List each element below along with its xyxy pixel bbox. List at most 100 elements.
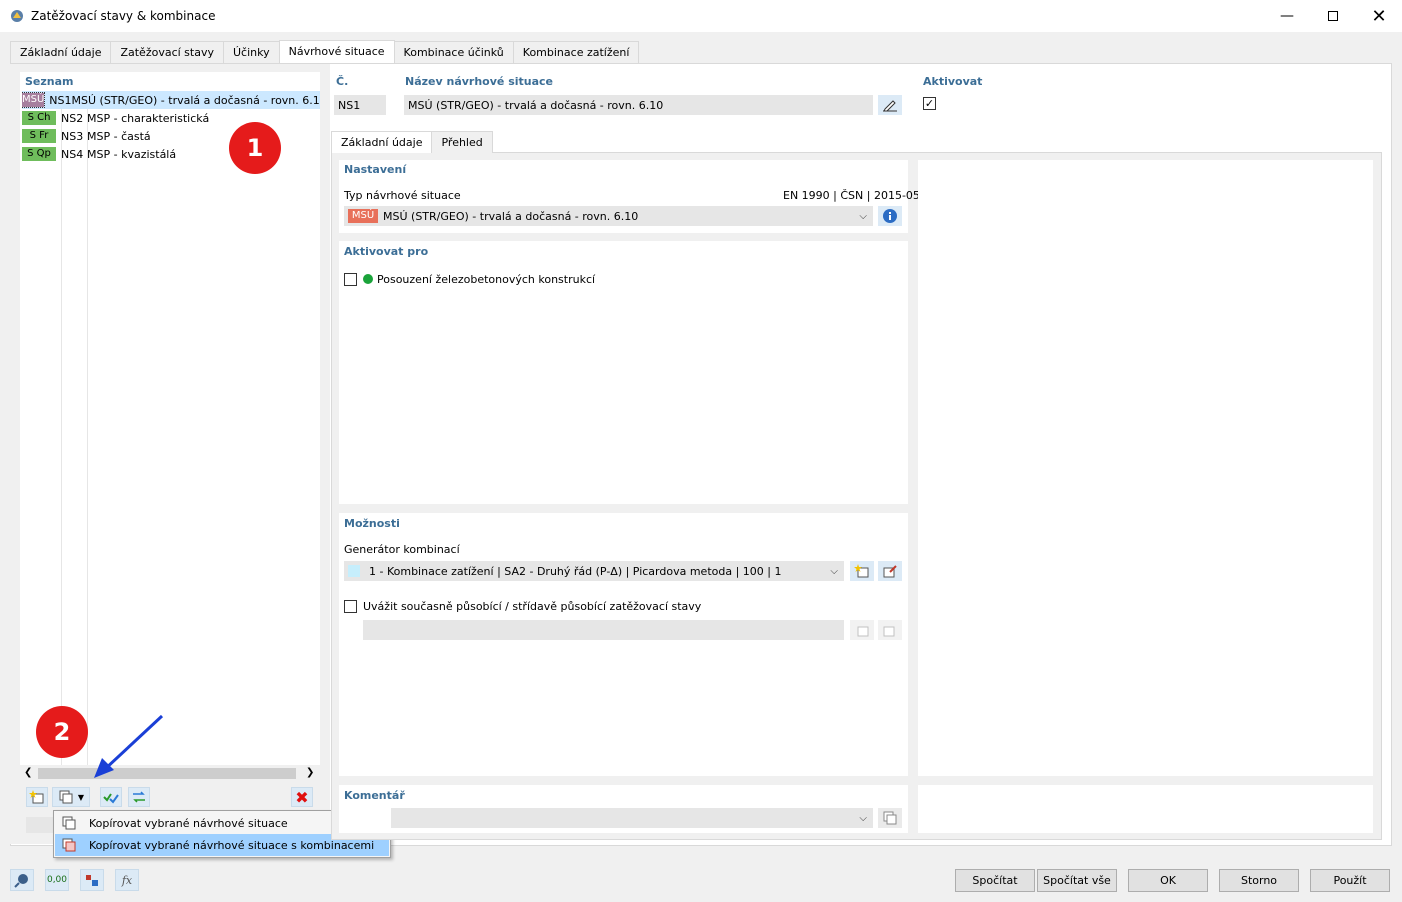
check-icon: ✓ — [924, 97, 935, 110]
chevron-down-icon: ⌵ — [859, 210, 867, 222]
arrow-annotation — [94, 714, 164, 778]
number-label: Č. — [336, 75, 349, 88]
app-icon — [9, 8, 25, 24]
subtab-overview[interactable]: Přehled — [431, 131, 493, 153]
new-item-icon — [857, 626, 869, 637]
new-item-icon — [854, 564, 869, 578]
list-title: Seznam — [25, 75, 74, 88]
rc-design-checkbox[interactable] — [344, 273, 357, 286]
simultaneous-checkbox[interactable] — [344, 600, 357, 613]
column-divider — [87, 108, 88, 765]
options-title: Možnosti — [344, 517, 400, 530]
activate-panel — [918, 72, 1382, 119]
units-button[interactable] — [80, 869, 104, 891]
edit-icon — [883, 100, 897, 112]
calculate-all-button[interactable]: Spočítat vše — [1037, 869, 1117, 892]
number-field[interactable]: NS1 — [334, 95, 386, 115]
close-button[interactable]: ✕ — [1356, 0, 1402, 32]
info-button[interactable] — [878, 206, 902, 226]
tab-load-combinations[interactable]: Kombinace zatížení — [512, 41, 640, 63]
copy-icon — [59, 790, 73, 804]
decimal-icon: 0,00 — [46, 875, 68, 885]
edit-simultaneous-button[interactable] — [878, 620, 902, 640]
rc-design-label: Posouzení železobetonových konstrukcí — [377, 273, 596, 286]
apply-button[interactable]: Použít — [1310, 869, 1390, 892]
list-item-name: MSP - charakteristická — [87, 111, 210, 125]
new-simultaneous-button[interactable] — [850, 620, 874, 640]
units-icon — [86, 875, 98, 886]
situation-type-select[interactable]: MSÚ MSÚ (STR/GEO) - trvalá a dočasná - r… — [344, 206, 873, 226]
badge-msu: MSÚ — [22, 92, 46, 108]
list-item-ns2[interactable]: S Ch NS2 MSP - charakteristická — [22, 109, 320, 127]
ok-button[interactable]: OK — [1128, 869, 1208, 892]
comment-right-panel — [918, 785, 1373, 833]
name-field[interactable]: MSÚ (STR/GEO) - trvalá a dočasná - rovn.… — [404, 95, 873, 115]
tab-design-situations[interactable]: Návrhové situace — [278, 40, 395, 63]
formula-icon: fx — [121, 873, 133, 887]
copy-dropdown-button[interactable]: ▼ — [52, 787, 90, 807]
list-item-code: NS4 — [61, 147, 84, 161]
window-title: Zatěžovací stavy & kombinace — [31, 9, 216, 23]
list-item-ns1[interactable]: MSÚ NS1 MSÚ (STR/GEO) - trvalá a dočasná… — [22, 91, 320, 109]
generator-value: 1 - Kombinace zatížení | SA2 - Druhý řád… — [348, 565, 781, 578]
activate-for-title: Aktivovat pro — [344, 245, 429, 258]
tab-load-cases[interactable]: Zatěžovací stavy — [110, 41, 224, 63]
new-generator-button[interactable] — [850, 561, 874, 581]
badge-s-ch: S Ch — [22, 111, 56, 125]
edit-item-icon — [883, 626, 895, 637]
minimize-icon: — — [1280, 8, 1294, 24]
badge-s-fr: S Fr — [22, 129, 56, 143]
situation-type-value: MSÚ MSÚ (STR/GEO) - trvalá a dočasná - r… — [348, 209, 638, 223]
status-dot-icon — [363, 274, 373, 284]
checkmarks-icon — [103, 793, 119, 804]
tab-basic-data[interactable]: Základní údaje — [10, 41, 112, 63]
simultaneous-select[interactable] — [363, 620, 844, 640]
calculate-button[interactable]: Spočítat — [955, 869, 1035, 892]
column-divider — [61, 108, 62, 765]
generator-select[interactable]: 1 - Kombinace zatížení | SA2 - Druhý řád… — [344, 561, 844, 581]
close-icon: ✕ — [1371, 5, 1387, 27]
minimize-button[interactable]: — — [1264, 0, 1310, 32]
edit-item-icon — [883, 565, 897, 578]
help-button[interactable] — [10, 869, 34, 891]
scroll-left-icon[interactable]: ❮ — [24, 767, 32, 778]
list-item-name: MSÚ (STR/GEO) - trvalá a dočasná - rovn.… — [71, 93, 320, 107]
scroll-right-icon[interactable]: ❯ — [306, 767, 314, 778]
callout-2: 2 — [36, 706, 88, 758]
main-tabs: Základní údaje Zatěžovací stavy Účinky N… — [10, 40, 640, 63]
settings-title: Nastavení — [344, 163, 407, 176]
chevron-down-icon: ▼ — [77, 792, 85, 802]
activate-checkbox[interactable]: ✓ — [923, 97, 936, 110]
subtab-basic-data[interactable]: Základní údaje — [331, 131, 433, 153]
name-label: Název návrhové situace — [405, 75, 554, 88]
comment-title: Komentář — [344, 789, 405, 802]
list-panel — [20, 72, 320, 765]
list-item-code: NS1 — [49, 93, 72, 107]
toggle-check-button[interactable] — [128, 787, 150, 807]
edit-name-button[interactable] — [878, 95, 902, 115]
callout-1: 1 — [229, 122, 281, 174]
delete-button[interactable]: ✖ — [291, 787, 313, 807]
standard-label: EN 1990 | ČSN | 2015-05 — [783, 189, 920, 202]
copy-with-combinations-icon — [55, 837, 83, 853]
decimal-places-button[interactable]: 0,00 — [45, 869, 69, 891]
cancel-button[interactable]: Storno — [1219, 869, 1299, 892]
edit-generator-button[interactable] — [878, 561, 902, 581]
list-item-name: MSP - častá — [87, 129, 151, 143]
list-item-code: NS3 — [61, 129, 84, 143]
comment-copy-button[interactable] — [878, 808, 902, 828]
new-item-icon — [29, 790, 44, 804]
comment-select[interactable]: ⌵ — [391, 808, 873, 828]
tab-action-combinations[interactable]: Kombinace účinků — [393, 41, 514, 63]
simultaneous-label: Uvážit současně působící / střídavě půso… — [363, 600, 702, 613]
tab-actions[interactable]: Účinky — [223, 41, 280, 63]
check-all-button[interactable] — [100, 787, 122, 807]
status-field — [26, 817, 54, 833]
copy-icon — [55, 815, 83, 831]
type-label: Typ návrhové situace — [344, 189, 461, 202]
formula-button[interactable]: fx — [115, 869, 139, 891]
swap-check-icon — [133, 791, 145, 803]
new-situation-button[interactable] — [26, 787, 48, 807]
maximize-button[interactable] — [1310, 0, 1356, 32]
sub-tabs: Základní údaje Přehled — [331, 131, 493, 153]
